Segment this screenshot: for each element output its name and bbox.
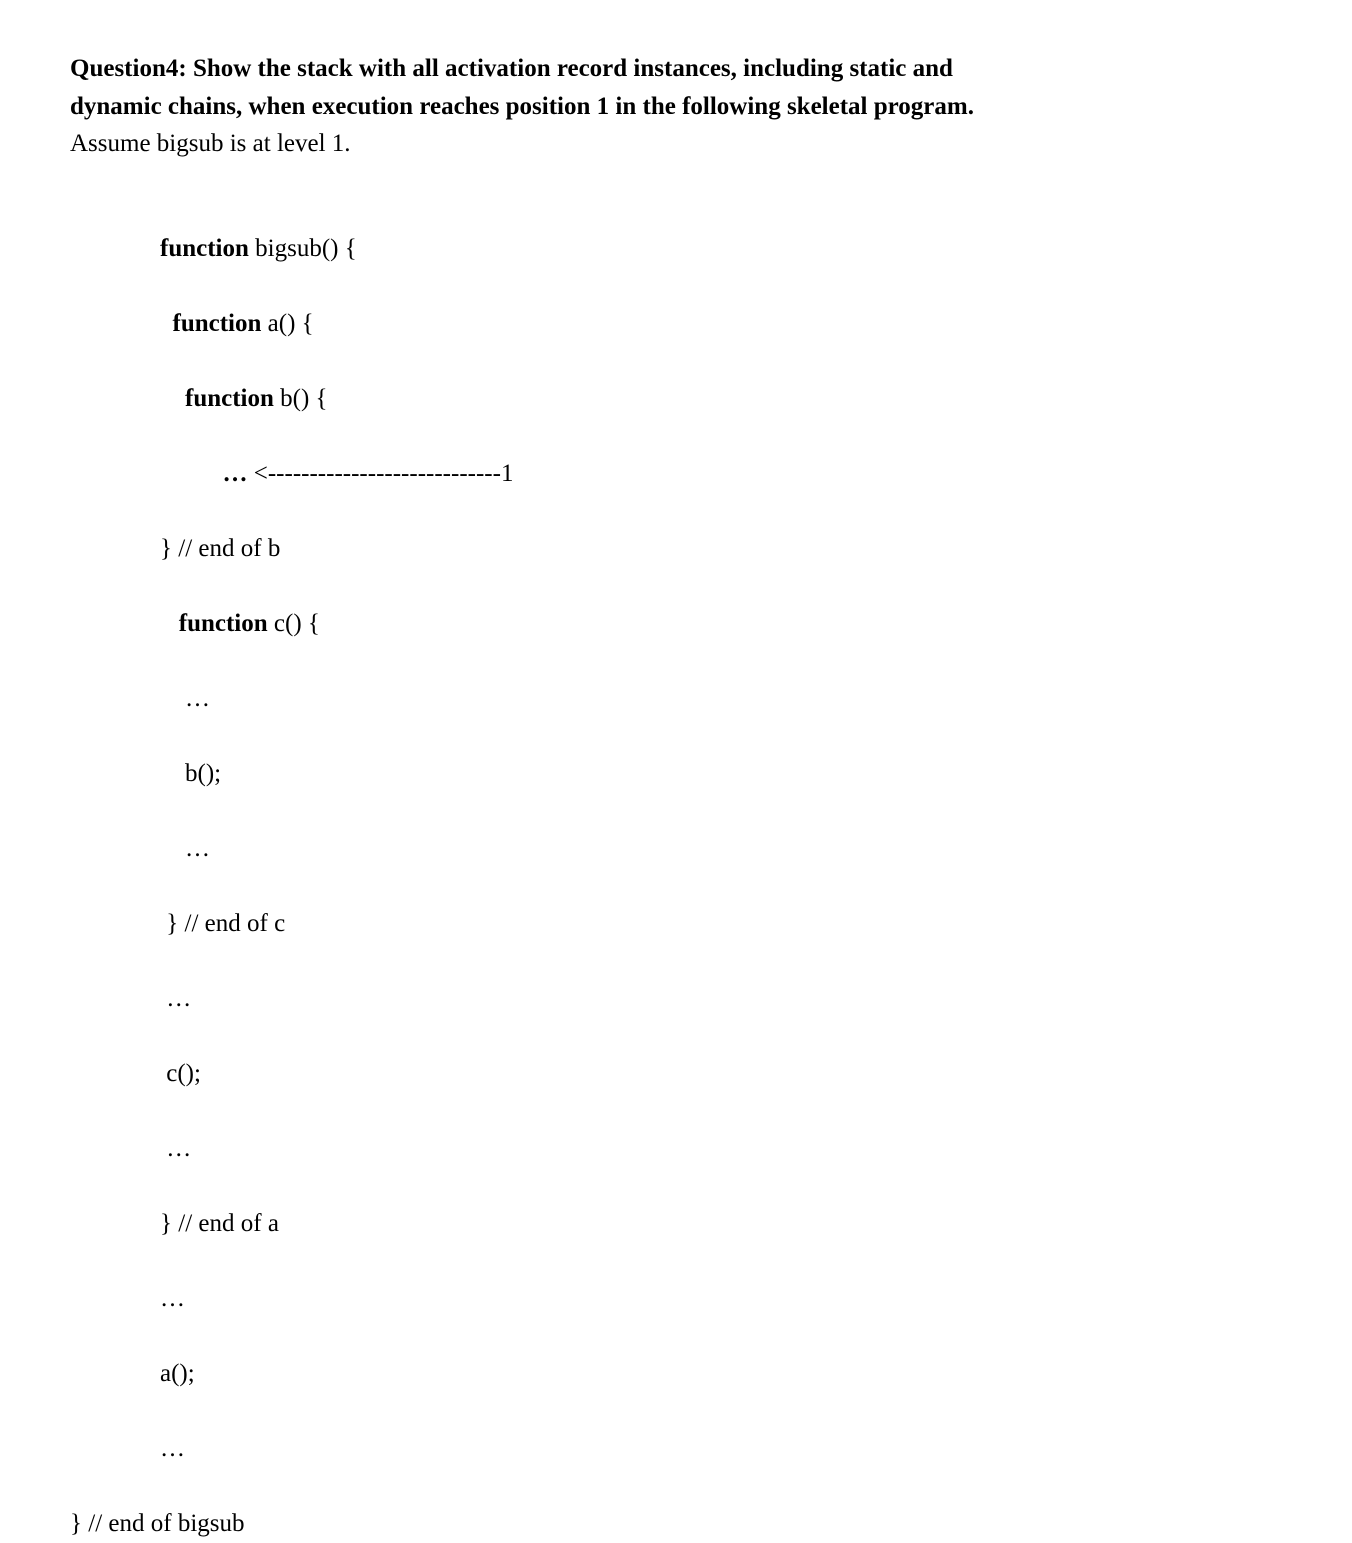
code-text: … — [185, 835, 210, 862]
question-assumption: Assume bigsub is at level 1. — [70, 125, 1282, 163]
code-text: bigsub() { — [249, 235, 357, 262]
code-line-7: … — [160, 680, 1282, 718]
code-line-end-bigsub: } // end of bigsub — [70, 1505, 1282, 1543]
code-text: } // end of c — [160, 910, 285, 937]
code-line-17: … — [160, 1430, 1282, 1468]
question-text-1: Show the stack with all activation recor… — [187, 55, 953, 82]
code-text: } // end of a — [160, 1210, 279, 1237]
question-label: Question4: — [70, 55, 187, 82]
code-text: … — [160, 1285, 185, 1312]
code-text: … — [160, 985, 191, 1012]
code-block: function bigsub() { function a() { funct… — [160, 193, 1282, 1506]
keyword-function: function — [160, 235, 249, 262]
code-text: b(); — [185, 760, 221, 787]
code-text: … — [185, 685, 210, 712]
question-line-1: Question4: Show the stack with all activ… — [70, 50, 1282, 88]
code-line-9: … — [160, 830, 1282, 868]
code-line-2: function a() { — [160, 305, 1282, 343]
keyword-function: function — [185, 385, 274, 412]
close-brace: } — [70, 1510, 88, 1537]
code-line-1: function bigsub() { — [160, 230, 1282, 268]
code-text: b() { — [274, 385, 328, 412]
question-header: Question4: Show the stack with all activ… — [70, 50, 1282, 163]
code-line-14: } // end of a — [160, 1205, 1282, 1243]
keyword-function: function — [179, 610, 268, 637]
code-text: c(); — [160, 1060, 201, 1087]
code-text: a(); — [160, 1360, 195, 1387]
question-text-2: dynamic chains, when execution reaches p… — [70, 88, 1282, 126]
code-line-10: } // end of c — [160, 905, 1282, 943]
comment-end: // end of bigsub — [88, 1510, 244, 1537]
code-line-6: function c() { — [160, 605, 1282, 643]
code-text: … — [160, 1135, 191, 1162]
code-text: } // end of b — [160, 535, 280, 562]
code-line-15: … — [160, 1280, 1282, 1318]
code-line-13: … — [160, 1130, 1282, 1168]
code-line-8: b(); — [160, 755, 1282, 793]
code-line-3: function b() { — [160, 380, 1282, 418]
code-line-16: a(); — [160, 1355, 1282, 1393]
code-text: a() { — [261, 310, 313, 337]
code-line-4: … <----------------------------1 — [160, 455, 1282, 493]
code-text: c() { — [268, 610, 320, 637]
code-line-12: c(); — [160, 1055, 1282, 1093]
position-marker: <----------------------------1 — [248, 460, 514, 487]
code-line-5: } // end of b — [160, 530, 1282, 568]
code-line-11: … — [160, 980, 1282, 1018]
keyword-function: function — [173, 310, 262, 337]
code-text: … — [160, 1435, 185, 1462]
ellipsis-bold: … — [223, 460, 248, 487]
